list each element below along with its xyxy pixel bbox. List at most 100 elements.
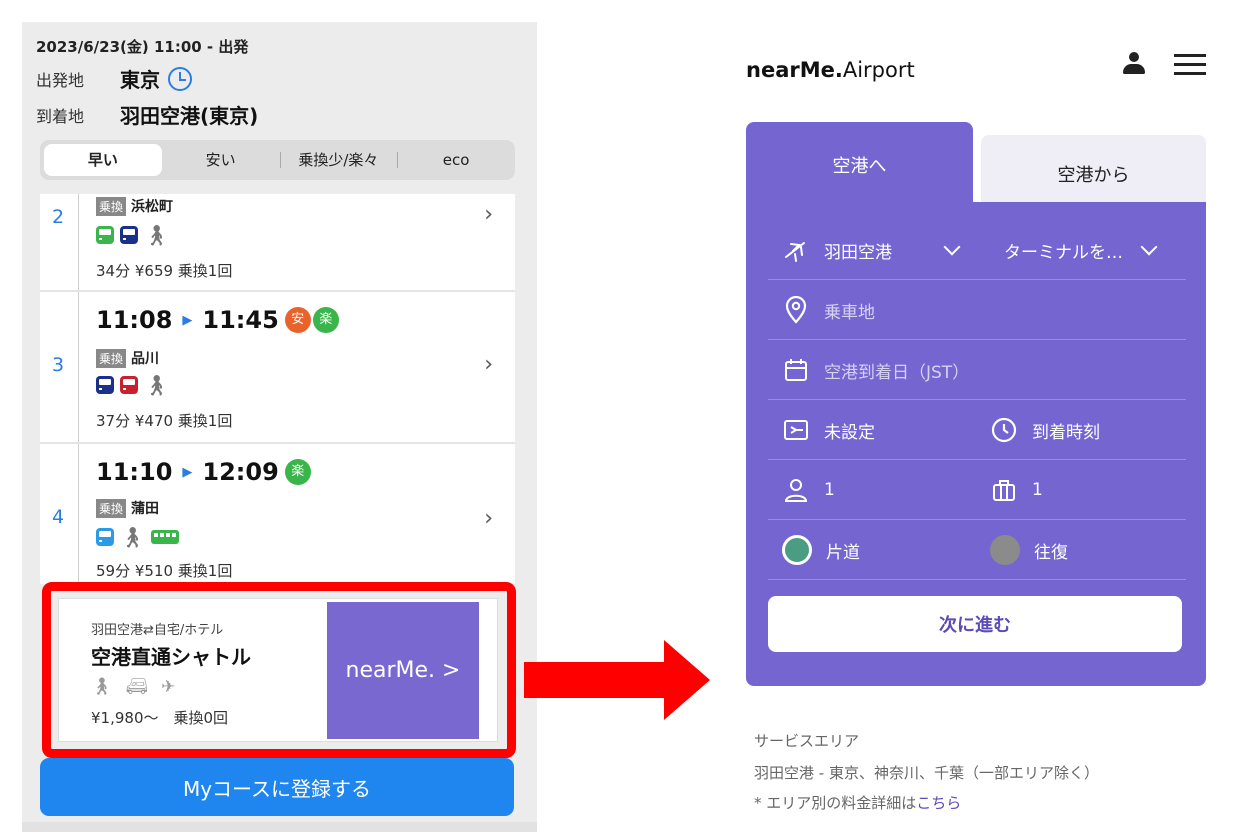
highlight-box bbox=[42, 582, 516, 758]
route-meta: 34分 ¥659 乗換1回 bbox=[96, 262, 233, 280]
walk-icon: 🚶︎ bbox=[144, 373, 170, 397]
clock-icon[interactable] bbox=[168, 66, 192, 91]
trip-type-row: 片道 往復 bbox=[768, 520, 1186, 580]
person-icon bbox=[782, 476, 810, 504]
user-icon[interactable] bbox=[1123, 52, 1145, 76]
bus-icon bbox=[151, 530, 180, 544]
flight-ticket-icon bbox=[782, 416, 810, 444]
hamburger-menu-icon[interactable] bbox=[1174, 54, 1206, 76]
luggage-icon bbox=[990, 476, 1018, 504]
terminal-select[interactable]: ターミナルを… bbox=[1004, 220, 1194, 280]
train-icon bbox=[120, 376, 141, 394]
chevron-down-icon bbox=[1140, 238, 1158, 256]
chevron-down-icon bbox=[943, 238, 961, 256]
transfer-station: 品川 bbox=[131, 351, 160, 367]
service-area-text: 羽田空港 - 東京、神奈川、千葉（一部エリア除く） bbox=[754, 764, 1099, 782]
arrival-date-input[interactable]: 空港到着日（JST） bbox=[824, 358, 969, 383]
route-item-4[interactable]: 4 11:10 ▶ 12:09 楽 乗換 蒲田 🚶︎ 59分 ¥510 乗換1回… bbox=[40, 444, 515, 584]
location-pin-icon bbox=[782, 296, 810, 324]
calendar-icon bbox=[782, 356, 810, 384]
train-icon bbox=[96, 376, 117, 394]
route-item-3[interactable]: 3 11:08 ▶ 11:45 安 楽 乗換 品川 🚶︎ 37分 ¥470 乗換… bbox=[40, 292, 515, 442]
transfer-tag: 乗換 bbox=[96, 196, 127, 216]
transfer-tag: 乗換 bbox=[96, 498, 127, 518]
chevron-right-icon: › bbox=[484, 202, 493, 227]
transfer-station: 浜松町 bbox=[131, 199, 174, 215]
transport-icons: 🚶︎ bbox=[96, 373, 170, 397]
origin-row[interactable]: 出発地 東京 bbox=[36, 64, 192, 93]
transport-icons: 🚶︎ bbox=[96, 223, 170, 247]
destination-row[interactable]: 到着地 羽田空港(東京) bbox=[36, 100, 258, 129]
transfer-info: 乗換 浜松町 bbox=[96, 196, 173, 216]
airport-row: 羽田空港 ターミナルを… bbox=[768, 220, 1186, 280]
walk-icon: 🚶︎ bbox=[120, 525, 146, 549]
transfer-station: 蒲田 bbox=[131, 501, 160, 517]
date-row[interactable]: 空港到着日（JST） bbox=[768, 340, 1186, 400]
route-item-2[interactable]: 2 乗換 浜松町 🚶︎ 34分 ¥659 乗換1回 › bbox=[40, 194, 515, 290]
timeline-line bbox=[78, 292, 79, 442]
arrival-time: 12:09 bbox=[202, 458, 279, 486]
register-my-course-button[interactable]: Myコースに登録する bbox=[40, 758, 514, 816]
pickup-input[interactable]: 乗車地 bbox=[824, 298, 875, 323]
booking-form: 羽田空港 ターミナルを… 乗車地 空港到着日（JST） 未設定 到着時刻 1 1… bbox=[746, 202, 1206, 686]
walk-icon: 🚶︎ bbox=[144, 223, 170, 247]
train-icon bbox=[120, 226, 141, 244]
tab-to-airport[interactable]: 空港へ bbox=[746, 122, 973, 208]
clock-icon bbox=[990, 416, 1018, 444]
passengers-select[interactable]: 1 bbox=[782, 460, 835, 520]
route-meta: 59分 ¥510 乗換1回 bbox=[96, 562, 233, 580]
nearme-airport-logo[interactable]: nearMe.Airport bbox=[746, 58, 915, 82]
one-way-radio[interactable]: 片道 bbox=[782, 520, 860, 580]
airplane-icon bbox=[782, 236, 810, 264]
tab-cheapest[interactable]: 安い bbox=[162, 144, 280, 176]
arrival-time-select[interactable]: 到着時刻 bbox=[990, 400, 1100, 460]
tab-fewest-transfers[interactable]: 乗換少/楽々 bbox=[279, 144, 398, 176]
route-number: 2 bbox=[52, 206, 65, 228]
origin-value: 東京 bbox=[120, 68, 160, 92]
cheap-badge: 安 bbox=[284, 307, 311, 333]
destination-value: 羽田空港(東京) bbox=[120, 104, 259, 128]
easy-badge: 楽 bbox=[312, 307, 339, 333]
pickup-row[interactable]: 乗車地 bbox=[768, 280, 1186, 340]
airport-select[interactable]: 羽田空港 bbox=[782, 220, 982, 280]
departure-time: 11:10 bbox=[96, 458, 173, 486]
train-icon bbox=[96, 528, 117, 546]
timeline-line bbox=[78, 444, 79, 584]
route-number: 3 bbox=[52, 354, 65, 376]
origin-label: 出発地 bbox=[36, 70, 85, 90]
destination-label: 到着地 bbox=[36, 106, 85, 126]
transport-icons: 🚶︎ bbox=[96, 525, 180, 549]
transfer-info: 乗換 品川 bbox=[96, 348, 159, 368]
departure-time: 11:08 bbox=[96, 306, 173, 334]
sort-tabs: 早い 安い 乗換少/楽々 eco bbox=[40, 140, 515, 180]
radio-unselected-icon bbox=[990, 535, 1020, 565]
route-number: 4 bbox=[52, 506, 65, 528]
train-icon bbox=[96, 226, 117, 244]
play-arrow-icon: ▶ bbox=[182, 464, 193, 480]
tab-from-airport[interactable]: 空港から bbox=[981, 135, 1206, 208]
luggage-select[interactable]: 1 bbox=[990, 460, 1043, 520]
passengers-luggage-row: 1 1 bbox=[768, 460, 1186, 520]
tab-eco[interactable]: eco bbox=[397, 144, 515, 176]
chevron-right-icon: › bbox=[484, 506, 493, 531]
route-times: 11:10 ▶ 12:09 楽 bbox=[96, 458, 311, 486]
transfer-info: 乗換 蒲田 bbox=[96, 498, 159, 518]
tab-fastest[interactable]: 早い bbox=[44, 144, 162, 176]
transfer-tag: 乗換 bbox=[96, 348, 127, 368]
play-arrow-icon: ▶ bbox=[182, 312, 193, 328]
fee-details-link[interactable]: こちら bbox=[916, 794, 961, 812]
arrival-time: 11:45 bbox=[202, 306, 279, 334]
nearme-booking-panel: nearMe.Airport 空港へ 空港から 羽田空港 ターミナルを… 乗車地… bbox=[730, 14, 1230, 840]
round-trip-radio[interactable]: 往復 bbox=[990, 520, 1068, 580]
service-area-title: サービスエリア bbox=[754, 732, 860, 750]
timeline-line bbox=[78, 194, 79, 290]
radio-selected-icon bbox=[782, 535, 812, 565]
chevron-right-icon: › bbox=[484, 352, 493, 377]
departure-datetime: 2023/6/23(金) 11:00 - 出発 bbox=[36, 38, 249, 56]
next-button[interactable]: 次に進む bbox=[768, 596, 1182, 652]
flight-select[interactable]: 未設定 bbox=[782, 400, 875, 460]
route-meta: 37分 ¥470 乗換1回 bbox=[96, 412, 233, 430]
flight-time-row: 未設定 到着時刻 bbox=[768, 400, 1186, 460]
route-times: 11:08 ▶ 11:45 安 楽 bbox=[96, 306, 339, 334]
arrow-right-icon bbox=[524, 640, 710, 720]
